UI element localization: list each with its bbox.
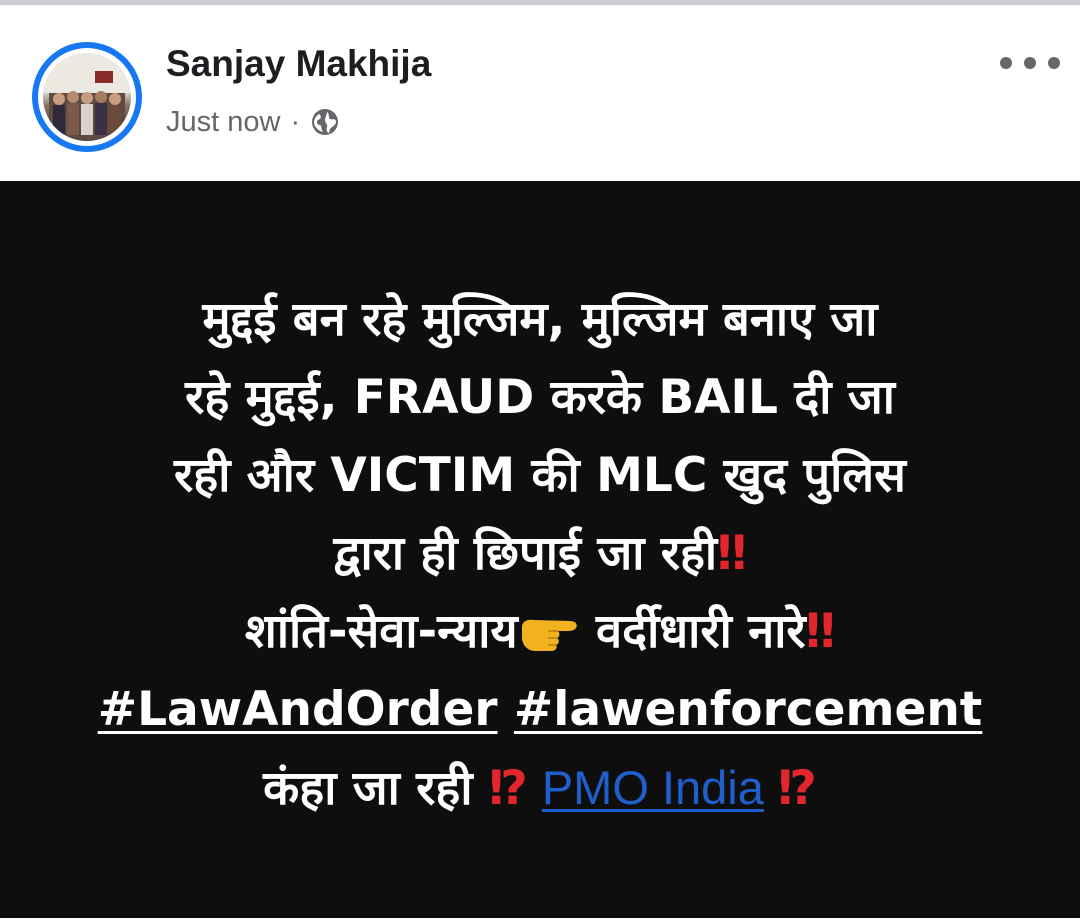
hashtag-law-enforcement[interactable]: #lawenforcement bbox=[514, 682, 982, 737]
avatar-photo-figures bbox=[43, 53, 131, 141]
post-text: मुद्दई बन रहे मुल्जिम, मुल्जिम बनाए जा र… bbox=[60, 281, 1020, 828]
timestamp[interactable]: Just now bbox=[166, 106, 280, 139]
meta-separator: · bbox=[290, 105, 301, 138]
double-exclamation-icon: ‼ bbox=[717, 526, 747, 581]
hashtag-law-and-order[interactable]: #LawAndOrder bbox=[98, 682, 498, 737]
post-line-6: #LawAndOrder #lawenforcement bbox=[60, 671, 1020, 749]
backhand-index-pointing-right-icon bbox=[518, 599, 580, 651]
exclamation-question-icon: ⁉ bbox=[777, 761, 817, 816]
avatar-photo bbox=[43, 53, 131, 141]
post-line-2: रहे मुद्दई, FRAUD करके BAIL दी जा bbox=[185, 370, 895, 425]
avatar-border bbox=[38, 48, 136, 146]
post-line-7: कंहा जा रही ⁉ PMO India ⁉ bbox=[263, 761, 817, 816]
post-meta: Just now · bbox=[166, 102, 340, 142]
bottom-divider bbox=[0, 918, 1080, 924]
exclamation-question-icon: ⁉ bbox=[488, 761, 528, 816]
post-line-4: द्वारा ही छिपाई जा रही‼ bbox=[333, 526, 747, 581]
double-exclamation-icon: ‼ bbox=[805, 604, 836, 659]
author-name[interactable]: Sanjay Makhija bbox=[166, 43, 431, 85]
post-line-1: मुद्दई बन रहे मुल्जिम, मुल्जिम बनाए जा bbox=[202, 292, 878, 347]
more-dots-icon bbox=[1000, 57, 1012, 69]
post-line-5: शांति-सेवा-न्याय वर्दीधारी नारे‼ bbox=[60, 593, 1020, 671]
avatar[interactable] bbox=[32, 42, 142, 152]
post-line-3: रही और VICTIM की MLC खुद पुलिस bbox=[174, 448, 906, 503]
globe-icon[interactable] bbox=[310, 107, 340, 137]
more-options-button[interactable] bbox=[1000, 45, 1060, 81]
post-header: Sanjay Makhija Just now · bbox=[0, 5, 1080, 181]
post-content: मुद्दई बन रहे मुल्जिम, मुल्जिम बनाए जा र… bbox=[0, 181, 1080, 918]
mention-link-pmo-india[interactable]: PMO India bbox=[542, 761, 764, 814]
